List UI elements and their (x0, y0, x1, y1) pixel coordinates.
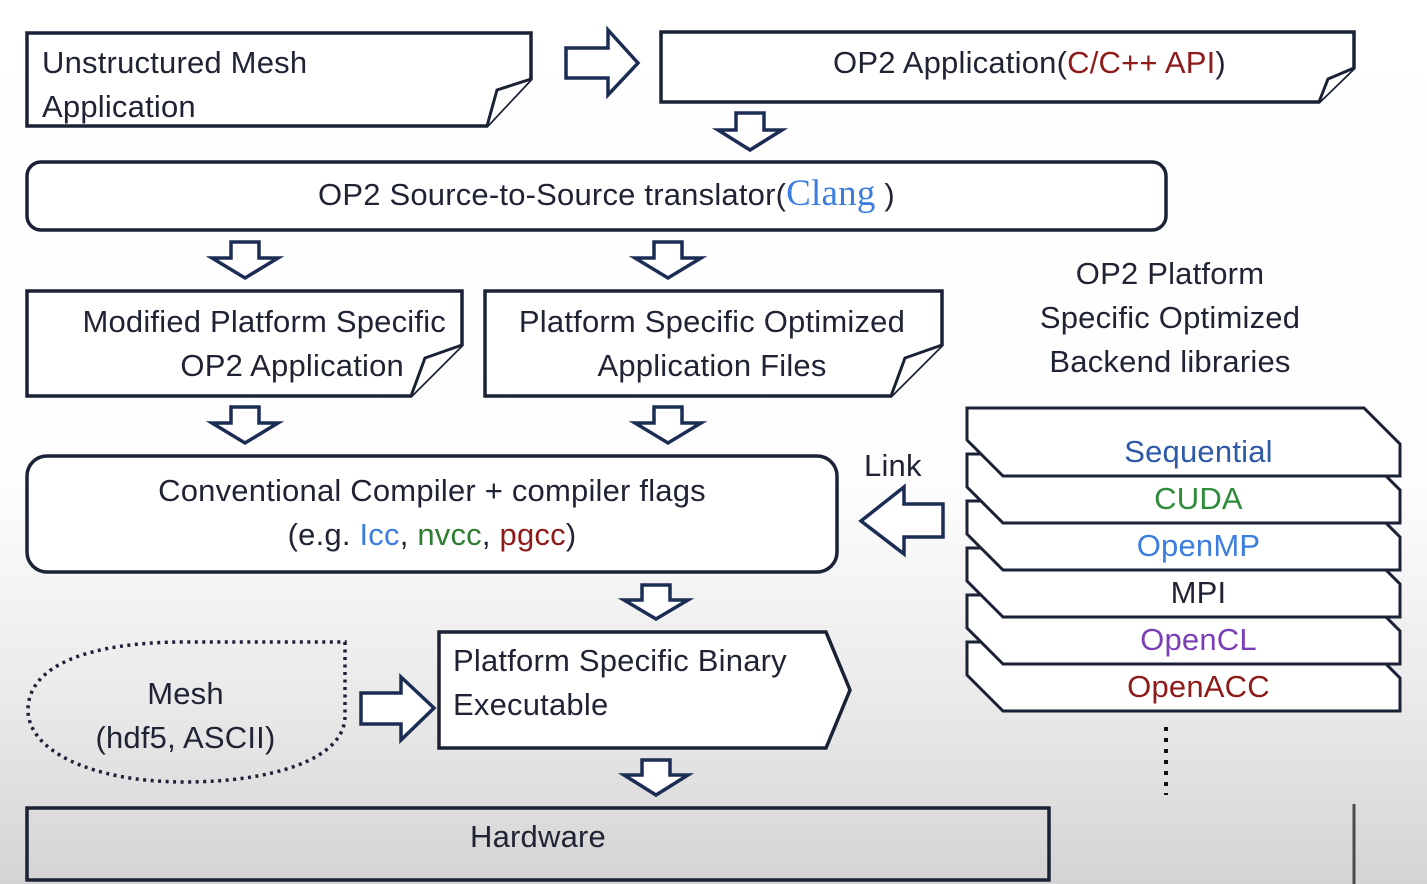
hardware-label: Hardware (470, 819, 606, 854)
backend-title-line2: Specific Optimized (1039, 300, 1301, 335)
unstructured-mesh-app-line2: Application (42, 89, 196, 124)
op2-toolchain-diagram: Unstructured Mesh Application OP2 Applic… (0, 0, 1427, 884)
arrow-down-icon (711, 111, 789, 153)
backend-layer-label: OpenCL (1140, 622, 1257, 657)
arrow-down-icon (617, 583, 695, 622)
mesh-line2: (hdf5, ASCII) (95, 720, 276, 755)
mesh-label: Mesh (hdf5, ASCII) (28, 672, 343, 760)
examples-suffix: ) (565, 517, 577, 552)
api-text: C/C++ API (1067, 45, 1216, 80)
arrow-down-icon (628, 240, 708, 281)
binary-line1: Platform Specific Binary (453, 643, 787, 678)
paren-open: ( (775, 177, 787, 212)
compiler-examples: (e.g. Icc, nvcc, pgcc) (27, 513, 837, 557)
arrow-right-icon (359, 672, 437, 745)
op2-application-label: OP2 Application(C/C++ API) (833, 41, 1226, 85)
paren-close: ) (875, 177, 895, 212)
optimized-files-label: Platform Specific Optimized Application … (500, 300, 924, 388)
unstructured-mesh-app-line1: Unstructured Mesh (42, 45, 308, 80)
backend-title-line1: OP2 Platform (1075, 256, 1265, 291)
backend-layer-label: OpenMP (1136, 528, 1261, 563)
arrow-down-icon (205, 405, 285, 446)
binary-line2: Executable (453, 687, 609, 722)
separator: , (481, 517, 500, 552)
arrow-down-icon (628, 405, 708, 446)
unstructured-mesh-app-label: Unstructured Mesh Application (42, 41, 307, 129)
backend-layer-label: CUDA (1154, 481, 1243, 516)
compiler-pgcc: pgcc (499, 517, 566, 552)
modified-app-line2: OP2 Application (180, 348, 404, 383)
arrow-down-icon (205, 240, 285, 281)
modified-app-label: Modified Platform Specific OP2 Applicati… (42, 300, 446, 388)
compiler-icc: Icc (359, 517, 400, 552)
backend-layer-label: Sequential (1124, 434, 1273, 469)
compiler-nvcc: nvcc (417, 517, 482, 552)
compiler-label: Conventional Compiler + compiler flags (… (27, 469, 837, 557)
paren-close: ) (1215, 45, 1226, 80)
backend-layer-label: OpenACC (1127, 669, 1270, 704)
backend-title: OP2 Platform Specific Optimized Backend … (1010, 252, 1330, 384)
arrow-down-icon (617, 758, 695, 798)
link-label: Link (864, 448, 922, 483)
translator-text: OP2 Source-to-Source translator (318, 177, 776, 212)
translator-label: OP2 Source-to-Source translator(Clang ) (318, 172, 895, 217)
optimized-files-line1: Platform Specific Optimized (518, 304, 906, 339)
compiler-line1: Conventional Compiler + compiler flags (158, 473, 706, 508)
optimized-files-line2: Application Files (597, 348, 827, 383)
backend-layer-label: MPI (1170, 575, 1227, 610)
clang-text: Clang (786, 173, 876, 214)
paren-open: ( (1056, 45, 1068, 80)
examples-prefix: (e.g. (287, 517, 360, 552)
mesh-line1: Mesh (147, 676, 224, 711)
modified-app-line1: Modified Platform Specific (82, 304, 446, 339)
op2-application-text: OP2 Application (833, 45, 1057, 80)
arrow-right-icon (564, 25, 641, 100)
backend-title-line3: Backend libraries (1049, 344, 1291, 379)
arrow-left-icon (858, 483, 945, 558)
separator: , (399, 517, 418, 552)
binary-label: Platform Specific Binary Executable (453, 639, 787, 727)
